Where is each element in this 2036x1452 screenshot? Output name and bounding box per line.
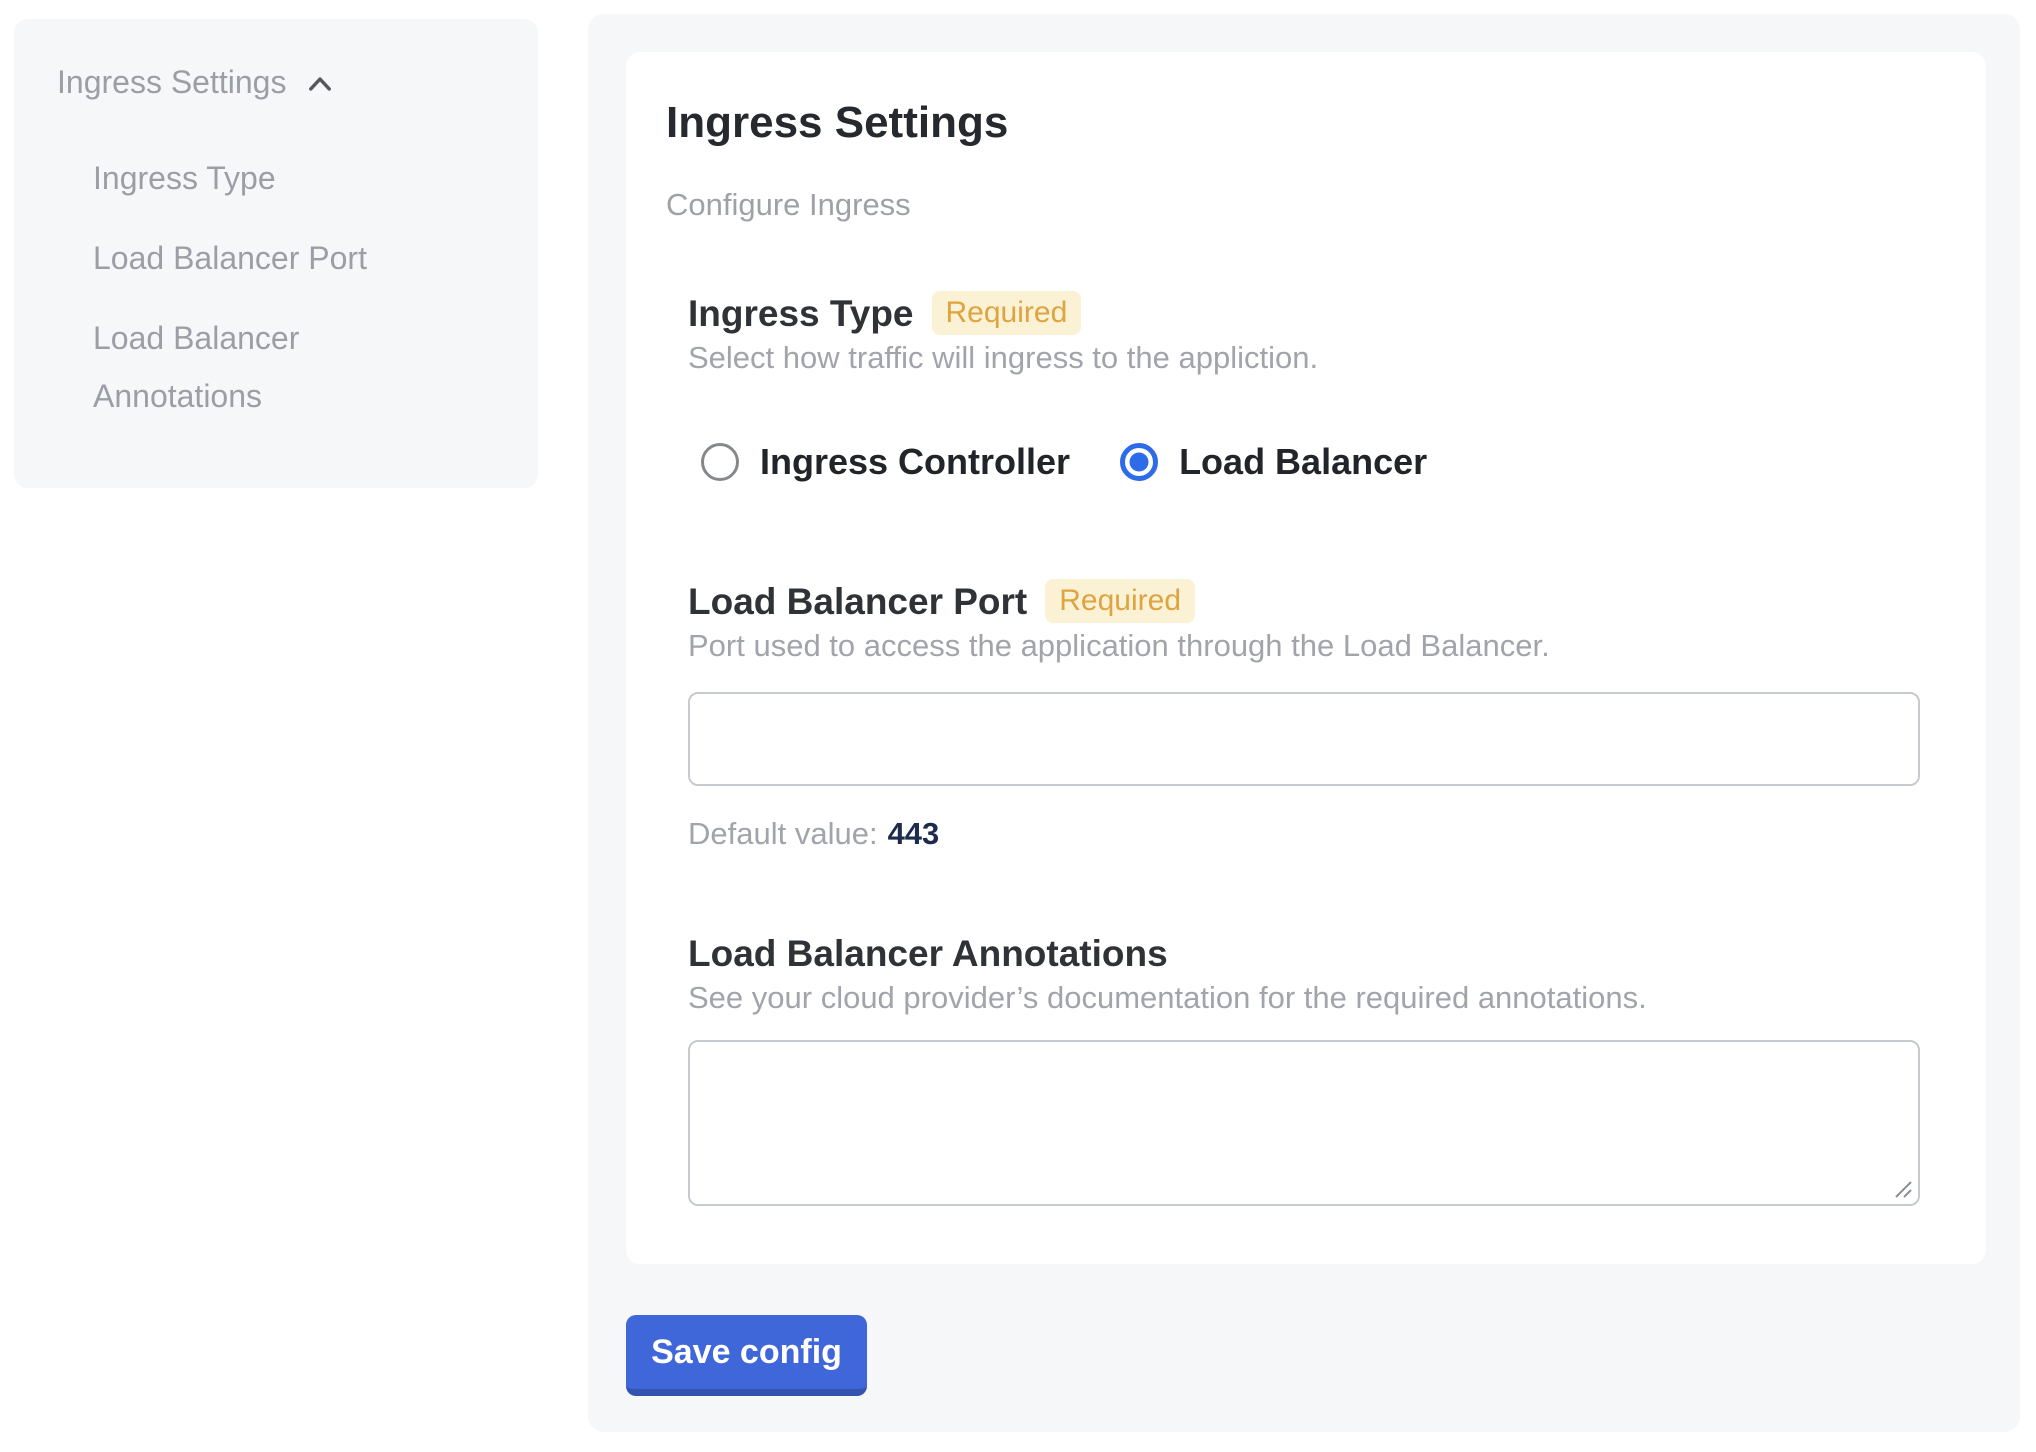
radio-option-label: Ingress Controller [760, 440, 1070, 484]
default-value: 443 [888, 816, 940, 851]
radio-option-label: Load Balancer [1179, 440, 1427, 484]
radio-option-ingress-controller[interactable]: Ingress Controller [701, 440, 1070, 484]
section-heading-row: Load Balancer Port Required [688, 578, 1920, 626]
section-description: Select how traffic will ingress to the a… [688, 338, 1920, 378]
sidebar-sub-items: Ingress Type Load Balancer Port Load Bal… [57, 149, 508, 425]
default-value-label: Default value: [688, 816, 878, 851]
page-subtitle: Configure Ingress [666, 185, 1920, 224]
main-panel: Ingress Settings Configure Ingress Ingre… [588, 14, 2020, 1432]
section-heading-load-balancer-annotations: Load Balancer Annotations [688, 930, 1168, 978]
default-value-row: Default value: 443 [688, 814, 1920, 854]
ingress-type-radio-group: Ingress Controller Load Balancer [701, 440, 1920, 484]
section-description: See your cloud provider’s documentation … [688, 978, 1920, 1018]
section-heading-ingress-type: Ingress Type [688, 290, 914, 338]
sidebar-group-label: Ingress Settings [57, 61, 286, 103]
ingress-settings-card: Ingress Settings Configure Ingress Ingre… [626, 52, 1986, 1264]
section-heading-row: Load Balancer Annotations [688, 930, 1920, 978]
chevron-up-icon [302, 66, 338, 102]
sidebar-group-ingress-settings[interactable]: Ingress Settings [57, 61, 508, 103]
save-config-button[interactable]: Save config [626, 1315, 867, 1396]
sidebar-item-load-balancer-port[interactable]: Load Balancer Port [93, 229, 423, 287]
load-balancer-annotations-textarea[interactable] [688, 1040, 1920, 1206]
settings-sections: Ingress Type Required Select how traffic… [688, 290, 1920, 1206]
sidebar-item-ingress-type[interactable]: Ingress Type [93, 149, 423, 207]
radio-selected-icon[interactable] [1120, 443, 1158, 481]
required-badge: Required [1045, 579, 1195, 623]
annotations-textarea-wrap [688, 1040, 1920, 1206]
section-heading-row: Ingress Type Required [688, 290, 1920, 338]
page-title: Ingress Settings [666, 96, 1920, 149]
section-heading-load-balancer-port: Load Balancer Port [688, 578, 1027, 626]
radio-unselected-icon[interactable] [701, 443, 739, 481]
section-load-balancer-port: Load Balancer Port Required Port used to… [688, 578, 1920, 854]
settings-nav-sidebar: Ingress Settings Ingress Type Load Balan… [14, 19, 538, 488]
load-balancer-port-input[interactable] [688, 692, 1920, 786]
section-load-balancer-annotations: Load Balancer Annotations See your cloud… [688, 930, 1920, 1206]
sidebar-item-load-balancer-annotations[interactable]: Load Balancer Annotations [93, 309, 423, 425]
section-ingress-type: Ingress Type Required Select how traffic… [688, 290, 1920, 484]
section-description: Port used to access the application thro… [688, 626, 1920, 666]
radio-option-load-balancer[interactable]: Load Balancer [1120, 440, 1427, 484]
required-badge: Required [932, 291, 1082, 335]
